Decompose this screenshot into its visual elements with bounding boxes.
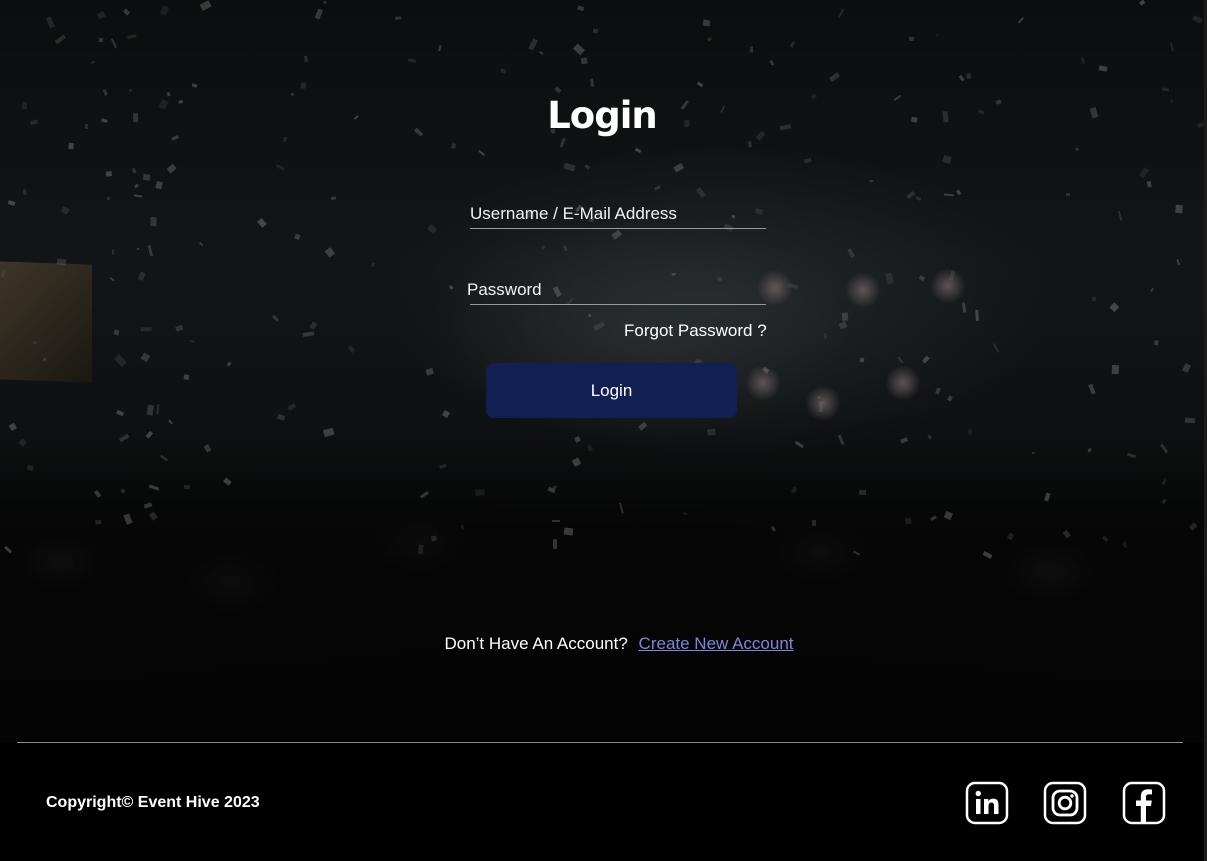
forgot-password-link[interactable]: Forgot Password ? [624, 321, 767, 341]
signup-prompt: Don’t Have An Account? Create New Accoun… [0, 634, 1207, 654]
create-account-link[interactable]: Create New Account [639, 634, 794, 653]
password-input[interactable] [467, 276, 763, 304]
login-page: Login Forgot Password ? Login Don’t Have… [0, 0, 1207, 861]
linkedin-icon[interactable] [965, 781, 1009, 825]
login-button[interactable]: Login [486, 363, 737, 418]
instagram-icon[interactable] [1043, 781, 1087, 825]
copyright-text: Copyright© Event Hive 2023 [46, 794, 260, 811]
username-input[interactable] [470, 200, 766, 228]
signup-prompt-text: Don’t Have An Account? [444, 634, 628, 653]
password-field [467, 276, 766, 305]
page-title: Login [547, 94, 658, 137]
facebook-icon[interactable] [1122, 781, 1166, 825]
username-field [470, 200, 766, 229]
footer-divider [17, 742, 1183, 743]
